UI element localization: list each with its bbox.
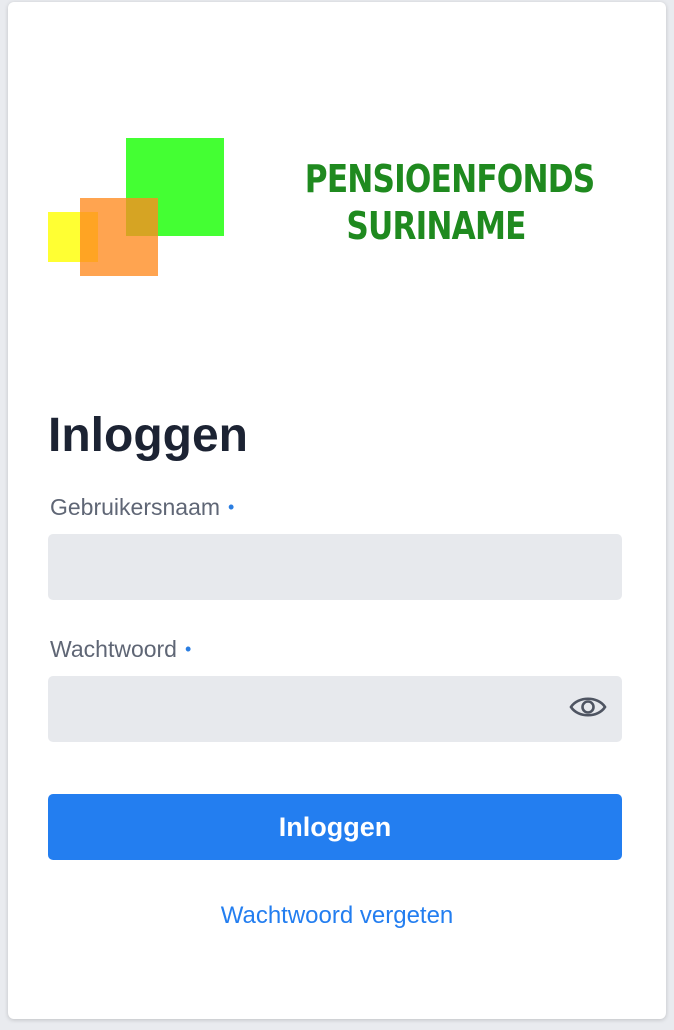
username-label-text: Gebruikersnaam bbox=[50, 494, 221, 520]
page-title: Inloggen bbox=[48, 409, 248, 462]
logo-line-2: SURINAME bbox=[346, 204, 526, 248]
eye-icon[interactable] bbox=[568, 692, 608, 722]
pensioenfonds-logo: PENSIOENFONDS SURINAME bbox=[48, 138, 608, 278]
logo-line-1: PENSIOENFONDS bbox=[304, 157, 595, 201]
required-marker: • bbox=[184, 639, 192, 659]
logo-orange-square bbox=[80, 198, 158, 276]
password-label-text: Wachtwoord bbox=[50, 636, 177, 662]
login-card: PENSIOENFONDS SURINAME Inloggen Gebruike… bbox=[8, 2, 666, 1019]
required-marker: • bbox=[228, 497, 235, 517]
username-label: Gebruikersnaam • bbox=[50, 494, 234, 521]
login-button[interactable]: Inloggen bbox=[48, 794, 622, 860]
password-input[interactable] bbox=[48, 676, 622, 742]
password-label: Wachtwoord • bbox=[50, 636, 191, 663]
forgot-password-link[interactable]: Wachtwoord vergeten bbox=[8, 902, 666, 930]
username-input[interactable] bbox=[48, 534, 622, 600]
logo-wordmark: PENSIOENFONDS SURINAME bbox=[304, 156, 595, 250]
